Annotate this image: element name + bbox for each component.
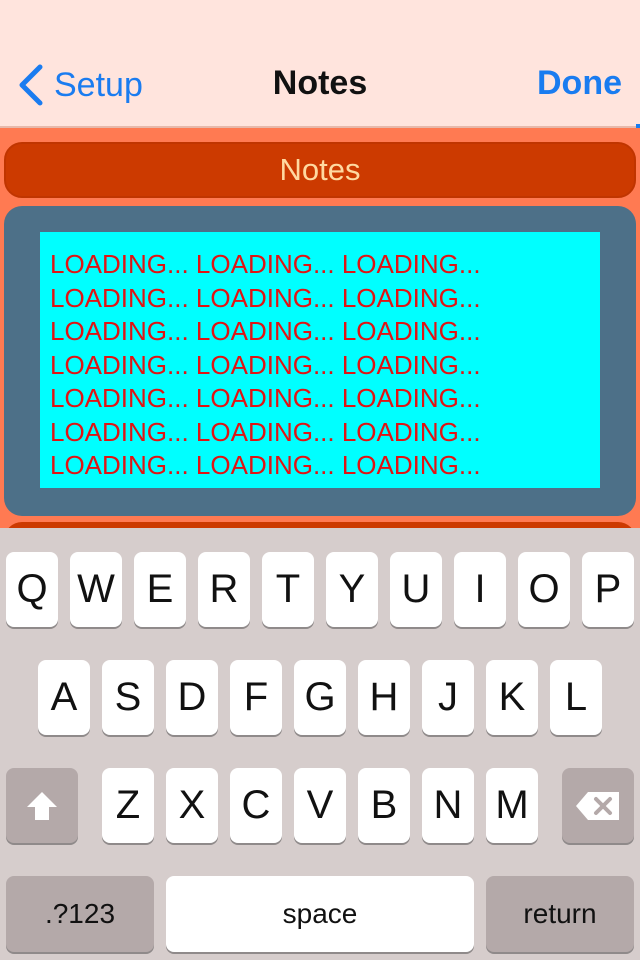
- key-h[interactable]: H: [358, 660, 410, 735]
- key-j[interactable]: J: [422, 660, 474, 735]
- key-t[interactable]: T: [262, 552, 314, 627]
- key-w[interactable]: W: [70, 552, 122, 627]
- navigation-bar: Setup Notes Done: [0, 0, 640, 128]
- key-u[interactable]: U: [390, 552, 442, 627]
- key-q[interactable]: Q: [6, 552, 58, 627]
- key-l[interactable]: L: [550, 660, 602, 735]
- return-key[interactable]: return: [486, 876, 634, 952]
- delete-key[interactable]: [562, 768, 634, 843]
- progress-indicator: [636, 124, 640, 128]
- space-key[interactable]: space: [166, 876, 474, 952]
- key-v[interactable]: V: [294, 768, 346, 843]
- key-d[interactable]: D: [166, 660, 218, 735]
- key-s[interactable]: S: [102, 660, 154, 735]
- key-z[interactable]: Z: [102, 768, 154, 843]
- key-c[interactable]: C: [230, 768, 282, 843]
- key-x[interactable]: X: [166, 768, 218, 843]
- key-i[interactable]: I: [454, 552, 506, 627]
- numbers-key[interactable]: .?123: [6, 876, 154, 952]
- key-f[interactable]: F: [230, 660, 282, 735]
- key-b[interactable]: B: [358, 768, 410, 843]
- key-m[interactable]: M: [486, 768, 538, 843]
- key-p[interactable]: P: [582, 552, 634, 627]
- key-o[interactable]: O: [518, 552, 570, 627]
- notes-text-area[interactable]: LOADING... LOADING... LOADING... LOADING…: [40, 232, 600, 488]
- section-header: Notes: [4, 142, 636, 198]
- key-y[interactable]: Y: [326, 552, 378, 627]
- backspace-icon: [576, 791, 619, 820]
- shift-icon: [27, 791, 57, 820]
- key-g[interactable]: G: [294, 660, 346, 735]
- notes-panel: LOADING... LOADING... LOADING... LOADING…: [4, 206, 636, 516]
- key-e[interactable]: E: [134, 552, 186, 627]
- key-n[interactable]: N: [422, 768, 474, 843]
- key-a[interactable]: A: [38, 660, 90, 735]
- key-r[interactable]: R: [198, 552, 250, 627]
- shift-key[interactable]: [6, 768, 78, 843]
- done-button[interactable]: Done: [537, 64, 622, 103]
- section-header-label: Notes: [279, 152, 361, 187]
- keyboard: Q W E R T Y U I O P A S D F G H J K L Z …: [0, 528, 640, 960]
- key-k[interactable]: K: [486, 660, 538, 735]
